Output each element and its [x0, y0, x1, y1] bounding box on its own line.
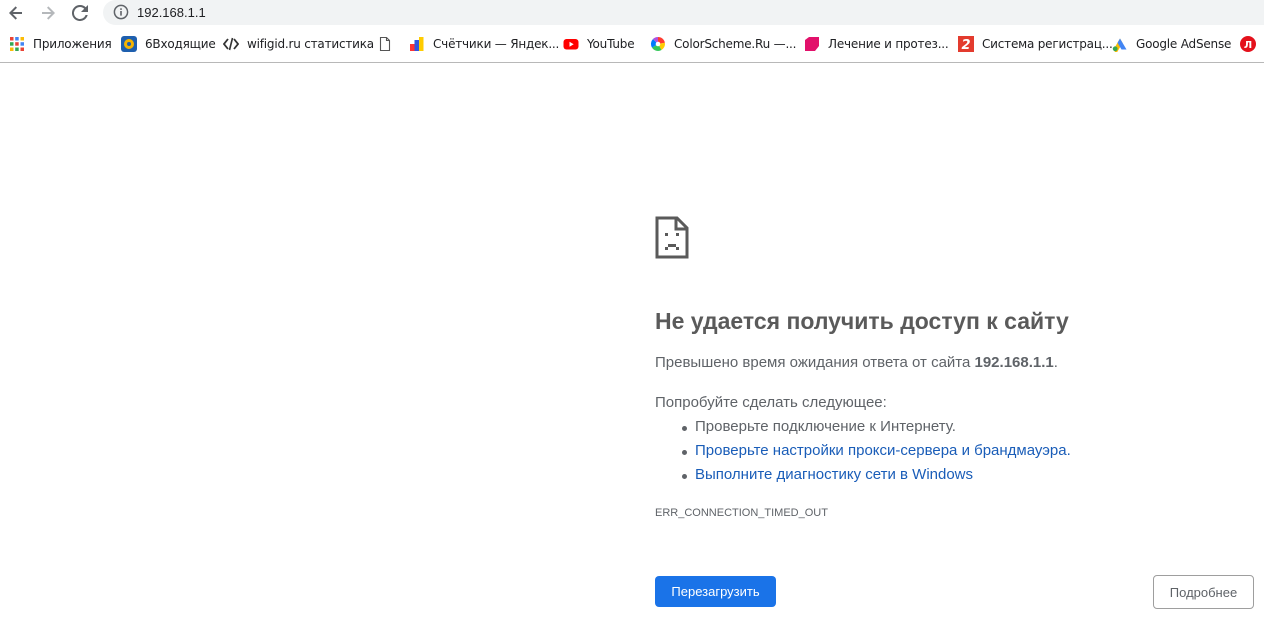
- back-button[interactable]: [4, 1, 28, 25]
- forward-arrow-icon: [42, 6, 55, 20]
- suggestion-check-connection: Проверьте подключение к Интернету.: [655, 418, 1071, 442]
- svg-text:Л: Л: [1244, 40, 1252, 51]
- bookmark-label: ColorScheme.Ru —...: [674, 37, 797, 51]
- bookmark-youtube[interactable]: YouTube: [563, 35, 635, 53]
- bookmark-inbox[interactable]: 6Входящие: [121, 35, 216, 53]
- network-diagnostics-link[interactable]: Выполните диагностику сети в Windows: [695, 466, 973, 483]
- forward-button[interactable]: [36, 1, 60, 25]
- error-desc-suffix: .: [1053, 354, 1058, 371]
- svg-text:2: 2: [961, 38, 970, 52]
- adsense-icon: [1112, 38, 1127, 52]
- back-arrow-icon: [9, 6, 22, 20]
- bookmark-wifigid[interactable]: wifigid.ru статистика: [223, 35, 374, 53]
- browser-toolbar: 192.168.1.1: [0, 0, 1264, 26]
- omnibox[interactable]: 192.168.1.1: [103, 0, 1264, 25]
- bookmark-label: Лечение и протез...: [828, 37, 949, 51]
- suggestion-text: Проверьте подключение к Интернету.: [695, 418, 956, 435]
- apps-grid-icon: [10, 37, 24, 51]
- bookmark-dental[interactable]: Лечение и протез...: [804, 35, 949, 53]
- color-wheel-icon: [650, 36, 665, 51]
- suggestion-network-diagnostics[interactable]: Выполните диагностику сети в Windows: [655, 466, 1071, 490]
- error-desc-prefix: Превышено время ожидания ответа от сайта: [655, 354, 975, 371]
- reload-icon: [72, 5, 88, 21]
- bookmark-registration[interactable]: 2 Система регистрац...: [958, 35, 1113, 53]
- document-icon: [379, 36, 391, 52]
- bookmark-label: 6Входящие: [145, 37, 216, 51]
- bookmark-label: Приложения: [33, 37, 112, 51]
- bookmark-label: Система регистрац...: [982, 37, 1113, 51]
- details-button[interactable]: Подробнее: [1153, 575, 1254, 609]
- bookmark-metrika[interactable]: Счётчики — Яндек...: [409, 35, 559, 53]
- bookmark-label: YouTube: [587, 37, 635, 51]
- error-description: Превышено время ожидания ответа от сайта…: [655, 354, 1058, 371]
- red-two-icon: 2: [958, 36, 974, 52]
- counter-chart-icon: [410, 37, 424, 51]
- site-info-icon[interactable]: [113, 4, 129, 20]
- bookmarks-bar: Приложения 6Входящие wifigid.ru статисти…: [0, 30, 1264, 58]
- bookmark-doc[interactable]: [377, 35, 393, 53]
- suggestion-proxy-firewall[interactable]: Проверьте настройки прокси-сервера и бра…: [655, 442, 1071, 466]
- code-tag-icon: [223, 37, 239, 51]
- proxy-firewall-link[interactable]: Проверьте настройки прокси-сервера и бра…: [695, 442, 1071, 459]
- bookmark-label: Счётчики — Яндек...: [433, 37, 560, 51]
- mail-at-icon: [121, 36, 137, 52]
- bookmarks-divider: [0, 62, 1264, 63]
- bookmark-label: Google AdSense: [1136, 37, 1232, 51]
- red-l-icon: Л: [1240, 36, 1256, 52]
- error-host: 192.168.1.1: [974, 354, 1054, 371]
- reload-page-button[interactable]: [68, 1, 92, 25]
- error-title: Не удается получить доступ к сайту: [655, 308, 1069, 334]
- suggestions-list: Проверьте подключение к Интернету. Прове…: [655, 418, 1071, 490]
- error-code: ERR_CONNECTION_TIMED_OUT: [655, 507, 828, 519]
- youtube-icon: [563, 39, 579, 50]
- pink-shape-icon: [805, 37, 819, 51]
- bookmark-colorscheme[interactable]: ColorScheme.Ru —...: [650, 35, 796, 53]
- bookmark-adsense[interactable]: Google AdSense: [1112, 35, 1231, 53]
- sad-page-icon: [655, 216, 689, 259]
- suggestions-heading: Попробуйте сделать следующее:: [655, 394, 887, 411]
- bookmark-label: wifigid.ru статистика: [247, 37, 374, 51]
- reload-button[interactable]: Перезагрузить: [655, 576, 776, 607]
- bookmark-red-l[interactable]: Л: [1240, 35, 1256, 53]
- url-text[interactable]: 192.168.1.1: [137, 5, 206, 20]
- bookmark-apps[interactable]: Приложения: [9, 35, 112, 53]
